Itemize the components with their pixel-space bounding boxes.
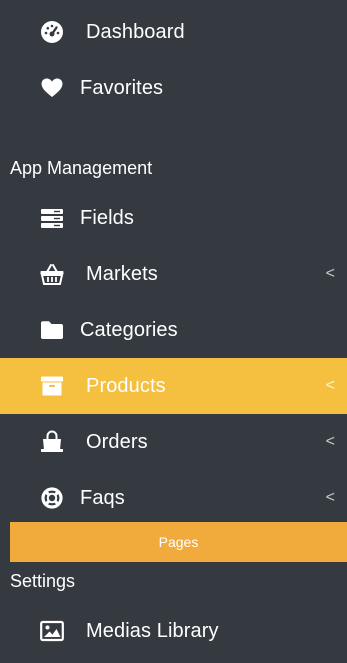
section-title-settings: Settings xyxy=(10,571,76,591)
sidebar-item-faqs[interactable]: Faqs < xyxy=(0,470,347,526)
chevron-left-icon: < xyxy=(325,265,335,282)
sidebar-item-label: Dashboard xyxy=(86,20,185,43)
shopping-bag-icon xyxy=(40,430,64,454)
sidebar-item-medias-library[interactable]: Medias Library xyxy=(0,603,347,659)
folder-icon xyxy=(40,318,64,342)
basket-icon xyxy=(40,262,64,286)
sidebar: Dashboard Favorites App Management Field… xyxy=(0,0,347,663)
life-ring-icon xyxy=(40,486,64,510)
dashboard-gauge-icon xyxy=(40,20,64,44)
sidebar-item-favorites[interactable]: Favorites xyxy=(0,60,347,116)
chevron-left-icon: < xyxy=(325,489,335,506)
sidebar-item-dashboard[interactable]: Dashboard xyxy=(0,4,347,60)
archive-box-icon xyxy=(40,374,64,398)
sidebar-item-categories[interactable]: Categories xyxy=(0,302,347,358)
sidebar-item-label: Products xyxy=(86,374,166,397)
sidebar-item-label: Favorites xyxy=(80,76,164,99)
sidebar-item-label: Faqs xyxy=(80,486,125,509)
server-list-icon xyxy=(40,206,64,230)
chevron-left-icon: < xyxy=(325,433,335,450)
sidebar-item-products[interactable]: Products < xyxy=(0,358,347,414)
sidebar-item-orders[interactable]: Orders < xyxy=(0,414,347,470)
sidebar-item-label: Medias Library xyxy=(86,619,219,642)
sidebar-item-label: Categories xyxy=(80,318,178,341)
sidebar-item-pages[interactable]: Pages xyxy=(10,522,347,562)
image-icon xyxy=(40,619,64,643)
sidebar-item-label: Fields xyxy=(80,206,134,229)
sidebar-item-markets[interactable]: Markets < xyxy=(0,246,347,302)
heart-icon xyxy=(40,76,64,100)
sidebar-item-label: Orders xyxy=(86,430,148,453)
sidebar-item-label: Markets xyxy=(86,262,158,285)
section-title-app-management: App Management xyxy=(10,158,153,178)
sidebar-item-fields[interactable]: Fields xyxy=(0,190,347,246)
chevron-left-icon: < xyxy=(325,377,335,394)
